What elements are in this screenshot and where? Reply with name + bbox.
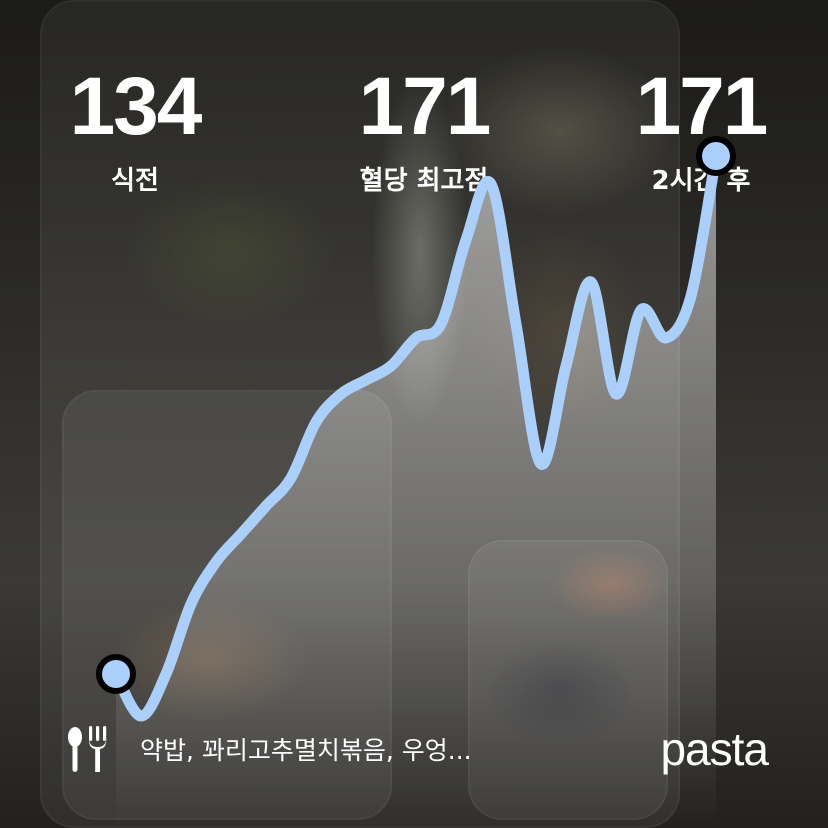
end-point-marker: [696, 136, 736, 176]
meal-row: 약밥, 꽈리고추멸치볶음, 우엉...: [66, 724, 472, 774]
fork-knife-icon: [68, 726, 107, 772]
brand-logo: pasta: [660, 723, 769, 775]
glucose-chart: [96, 136, 736, 828]
glucose-summary-card: 134 식전 171 혈당 최고점 171 2시간 후 약밥, 꽈리고추멸치볶음…: [0, 0, 828, 828]
meal-items-text: 약밥, 꽈리고추멸치볶음, 우엉...: [140, 736, 472, 765]
start-point-marker: [96, 654, 136, 694]
